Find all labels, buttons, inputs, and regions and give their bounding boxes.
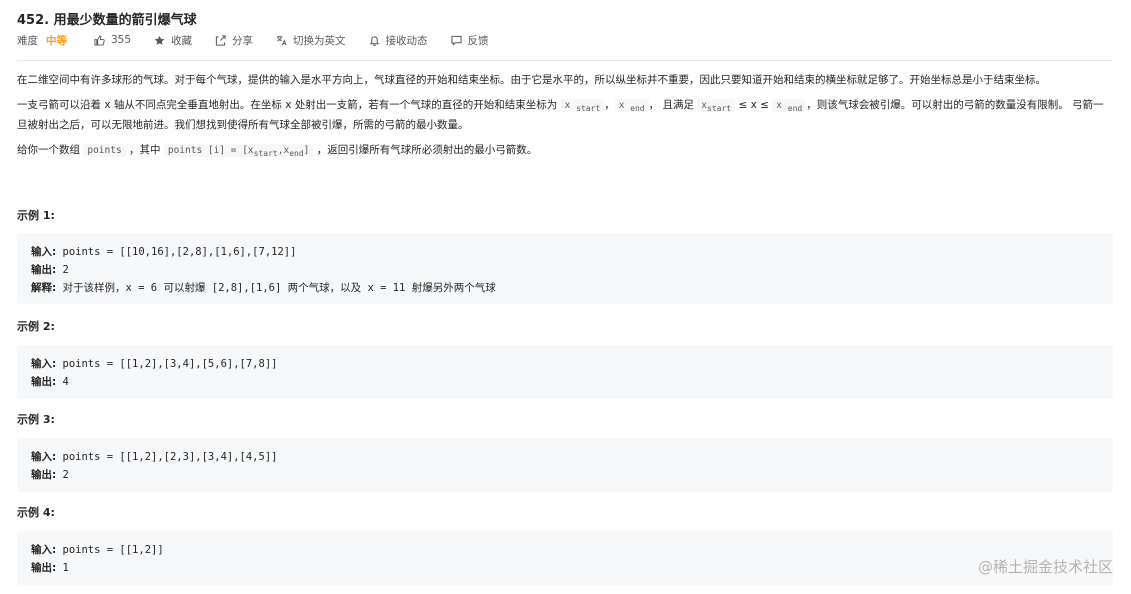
input-value: points = [[1,2]] [56,544,164,556]
share-label: 分享 [232,34,254,47]
explain-value: 对于该样例，x = 6 可以射爆 [2,8],[1,6] 两个气球，以及 x =… [56,282,496,294]
star-icon [154,35,165,46]
input-value: points = [[10,16],[2,8],[1,6],[7,12]] [56,246,297,258]
example-title: 示例 2: [17,320,55,333]
code-text: ] [303,144,310,156]
input-label: 输入: [31,358,57,370]
thumbs-up-icon [94,34,105,46]
subscript: start [707,103,732,113]
subscribe-label: 接收动态 [385,34,428,47]
example-output-line: 输出: 4 [31,373,1099,391]
subscript: end [289,148,304,158]
code-text: x [564,100,571,111]
code-text: x [776,100,783,111]
example-title: 示例 1: [17,209,55,222]
inline-code: x end [614,99,649,113]
example-block: 输入: points = [[10,16],[2,8],[1,6],[7,12]… [17,233,1113,304]
example-block: 输入: points = [[1,2],[3,4],[5,6],[7,8]] 输… [17,345,1113,399]
description-paragraph-1: 在二维空间中有许多球形的气球。对于每个气球，提供的输入是水平方向上，气球直径的开… [17,74,1046,86]
output-value: 2 [56,469,69,481]
problem-meta-bar: 难度 中等 355 收藏 分享 切换为英文 接收动态 反馈 [17,33,512,47]
desc-text: ，其中 [125,143,164,156]
desc-text: ≤ x ≤ [735,99,773,111]
subscript: end [630,103,645,113]
input-value: points = [[1,2],[2,3],[3,4],[4,5]] [56,451,278,463]
example-explain-line: 解释: 对于该样例，x = 6 可以射爆 [2,8],[1,6] 两个气球，以及… [31,279,1099,297]
desc-text: ，返回引爆所有气球所必须射出的最小弓箭数。 [313,143,538,156]
output-label: 输出: [31,264,57,276]
share-button[interactable]: 分享 [215,33,253,48]
desc-text: ， [604,99,615,111]
example-output-line: 输出: 2 [31,466,1099,484]
inline-code: points [i] = [xstart,xend] [163,143,314,158]
output-label: 输出: [31,562,57,574]
example-title: 示例 4: [17,506,55,519]
difficulty-badge: 中等 [46,34,67,47]
code-text: ,x [277,144,290,156]
input-label: 输入: [31,544,57,556]
explain-label: 解释: [31,282,57,294]
code-text: x [618,100,625,111]
subscript: start [576,103,601,113]
subscript: start [253,148,278,158]
output-value: 4 [56,376,69,388]
desc-text: 给你一个数组 [17,143,84,156]
output-label: 输出: [31,376,57,388]
desc-text: 一支弓箭可以沿着 x 轴从不同点完全垂直地射出。在坐标 x 处射出一支箭，若有一… [17,99,561,111]
example-block: 输入: points = [[1,2]] 输出: 1 [17,531,1113,585]
problem-description: 在二维空间中有许多球形的气球。对于每个气球，提供的输入是水平方向上，气球直径的开… [17,72,1113,170]
code-text: points [i] = [x [167,144,254,156]
switch-language-label: 切换为英文 [293,34,346,47]
like-button[interactable]: 355 [94,34,131,46]
example-input-line: 输入: points = [[1,2],[2,3],[3,4],[4,5]] [31,448,1099,466]
difficulty-label: 难度 [17,34,38,47]
description-paragraph-2: 一支弓箭可以沿着 x 轴从不同点完全垂直地射出。在坐标 x 处射出一支箭，若有一… [17,97,1113,134]
example-block: 输入: points = [[1,2],[2,3],[3,4],[4,5]] 输… [17,438,1113,492]
input-label: 输入: [31,246,57,258]
inline-code: xstart [697,99,736,113]
inline-code: x start [560,99,605,113]
input-value: points = [[1,2],[3,4],[5,6],[7,8]] [56,358,278,370]
translate-icon [276,35,287,46]
bell-icon [369,35,380,46]
example-input-line: 输入: points = [[1,2],[3,4],[5,6],[7,8]] [31,355,1099,373]
example-input-line: 输入: points = [[10,16],[2,8],[1,6],[7,12]… [31,243,1099,261]
example-title: 示例 3: [17,413,55,426]
inline-code: points [83,143,126,157]
description-paragraph-3: 给你一个数组 points ，其中 points [i] = [xstart,x… [17,142,1113,162]
input-label: 输入: [31,451,57,463]
switch-language-button[interactable]: 切换为英文 [276,33,346,48]
share-icon [215,34,226,46]
example-output-line: 输出: 1 [31,559,1099,577]
like-count: 355 [111,34,132,46]
problem-title: 452. 用最少数量的箭引爆气球 [17,13,197,28]
feedback-label: 反馈 [467,34,489,47]
watermark: @稀土掘金技术社区 [977,558,1113,576]
example-input-line: 输入: points = [[1,2]] [31,541,1099,559]
desc-text: ， 且满足 [648,99,698,111]
favorite-label: 收藏 [171,34,193,47]
output-value: 2 [56,264,69,276]
favorite-button[interactable]: 收藏 [154,33,192,48]
example-output-line: 输出: 2 [31,261,1099,279]
header-divider [17,60,1113,61]
output-value: 1 [56,562,69,574]
inline-code: x end [772,99,807,113]
feedback-icon [450,35,462,46]
subscribe-button[interactable]: 接收动态 [369,33,428,48]
feedback-button[interactable]: 反馈 [450,33,489,48]
output-label: 输出: [31,469,57,481]
subscript: end [787,103,803,113]
